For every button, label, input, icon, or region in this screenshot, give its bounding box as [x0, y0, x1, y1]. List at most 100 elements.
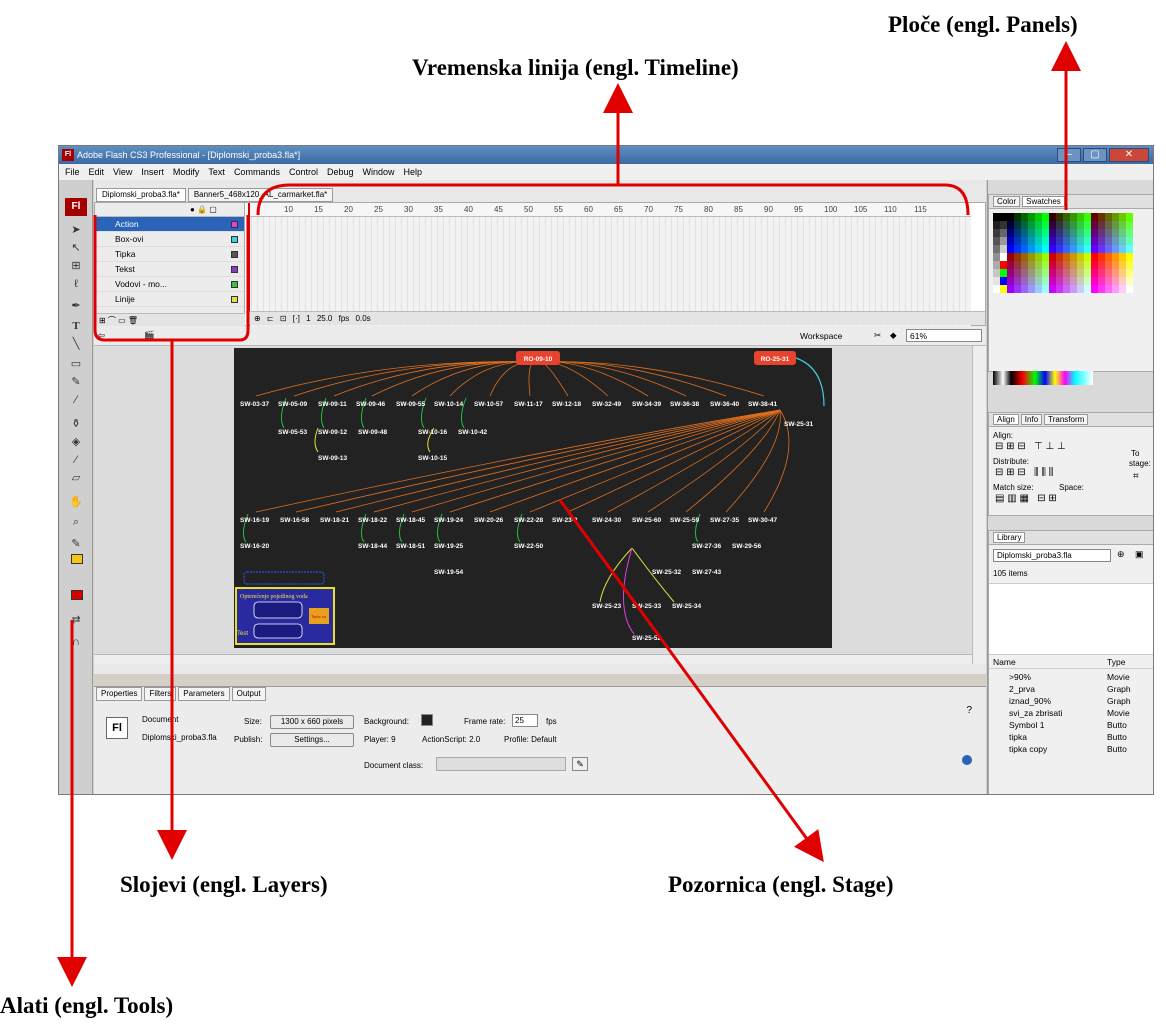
swatch[interactable]	[1028, 269, 1035, 277]
swatch[interactable]	[1049, 253, 1056, 261]
swatch[interactable]	[1028, 261, 1035, 269]
swatch[interactable]	[1126, 261, 1133, 269]
ink-bottle-tool-icon[interactable]: ⚱	[67, 416, 85, 432]
swatch[interactable]	[1035, 269, 1042, 277]
swatch[interactable]	[1084, 237, 1091, 245]
swatch[interactable]	[1084, 277, 1091, 285]
swatch[interactable]	[1063, 261, 1070, 269]
swatch[interactable]	[1056, 261, 1063, 269]
swatch[interactable]	[1126, 221, 1133, 229]
swatch[interactable]	[1070, 245, 1077, 253]
menu-modify[interactable]: Modify	[173, 164, 200, 180]
swatch[interactable]	[1119, 269, 1126, 277]
swatch[interactable]	[1000, 245, 1007, 253]
swatch[interactable]	[1091, 253, 1098, 261]
swatch[interactable]	[1063, 285, 1070, 293]
stage-hscroll[interactable]	[94, 654, 972, 664]
tab-swatches[interactable]: Swatches	[1022, 196, 1065, 207]
swatch[interactable]	[1000, 277, 1007, 285]
swatch[interactable]	[1028, 277, 1035, 285]
zoom-tool-icon[interactable]: ⌕	[67, 514, 85, 530]
swatch[interactable]	[1035, 261, 1042, 269]
swatch[interactable]	[1028, 237, 1035, 245]
swatch[interactable]	[1126, 229, 1133, 237]
library-item[interactable]: svi_za zbrisati Movie	[989, 707, 1153, 719]
swatch[interactable]	[1000, 237, 1007, 245]
swatch[interactable]	[1063, 253, 1070, 261]
swatch[interactable]	[1014, 229, 1021, 237]
swatch[interactable]	[1077, 229, 1084, 237]
swatch[interactable]	[1042, 229, 1049, 237]
edit-symbol-icon[interactable]: ✂	[874, 330, 881, 341]
swatch[interactable]	[1070, 269, 1077, 277]
swatch[interactable]	[993, 277, 1000, 285]
library-item[interactable]: iznad_90% Graph	[989, 695, 1153, 707]
swatch[interactable]	[1070, 221, 1077, 229]
swatch[interactable]	[1105, 269, 1112, 277]
swatch[interactable]	[1014, 237, 1021, 245]
swatch[interactable]	[1112, 221, 1119, 229]
snap-icon[interactable]: ∩	[67, 634, 85, 650]
swatch[interactable]	[1084, 229, 1091, 237]
brush-tool-icon[interactable]: ⁄	[67, 392, 85, 408]
swatch[interactable]	[1056, 245, 1063, 253]
swatch[interactable]	[1084, 213, 1091, 221]
swatch[interactable]	[1014, 269, 1021, 277]
col-name[interactable]: Name	[993, 657, 1016, 667]
edit-class-icon[interactable]: ✎	[572, 757, 588, 771]
swatch[interactable]	[1098, 221, 1105, 229]
zoom-select[interactable]: 61%	[906, 329, 982, 342]
swatch[interactable]	[1126, 245, 1133, 253]
swatch[interactable]	[1042, 237, 1049, 245]
swatch[interactable]	[1084, 269, 1091, 277]
swatch[interactable]	[1056, 277, 1063, 285]
swatch[interactable]	[1035, 229, 1042, 237]
swatch[interactable]	[1028, 285, 1035, 293]
swatch[interactable]	[1091, 237, 1098, 245]
swatch[interactable]	[1063, 213, 1070, 221]
swatch[interactable]	[1105, 253, 1112, 261]
swatch[interactable]	[1021, 245, 1028, 253]
swatch[interactable]	[1007, 229, 1014, 237]
swatch[interactable]	[1028, 213, 1035, 221]
swatch[interactable]	[993, 229, 1000, 237]
swatch[interactable]	[1091, 213, 1098, 221]
swatch[interactable]	[1042, 277, 1049, 285]
library-item[interactable]: 2_prva Graph	[989, 683, 1153, 695]
swatch[interactable]	[1112, 253, 1119, 261]
swatch[interactable]	[1000, 229, 1007, 237]
swatch[interactable]	[1000, 285, 1007, 293]
eraser-tool-icon[interactable]: ▱	[67, 470, 85, 486]
swatch[interactable]	[1119, 253, 1126, 261]
swatch[interactable]	[1021, 221, 1028, 229]
swatch[interactable]	[1000, 253, 1007, 261]
menu-insert[interactable]: Insert	[141, 164, 164, 180]
swatch[interactable]	[1098, 229, 1105, 237]
swatch[interactable]	[1077, 261, 1084, 269]
swatch[interactable]	[1049, 229, 1056, 237]
stage-vscroll[interactable]	[972, 346, 986, 664]
menu-text[interactable]: Text	[208, 164, 225, 180]
swatch[interactable]	[1105, 221, 1112, 229]
menu-commands[interactable]: Commands	[234, 164, 280, 180]
menu-edit[interactable]: Edit	[89, 164, 105, 180]
swatch[interactable]	[1014, 253, 1021, 261]
close-button[interactable]: ✕	[1109, 148, 1149, 162]
swatch[interactable]	[1007, 285, 1014, 293]
swatch[interactable]	[1000, 221, 1007, 229]
swatch[interactable]	[1119, 213, 1126, 221]
swatch[interactable]	[1098, 277, 1105, 285]
swatch[interactable]	[1007, 261, 1014, 269]
swatch[interactable]	[1077, 213, 1084, 221]
swatch[interactable]	[1049, 237, 1056, 245]
library-item[interactable]: Symbol 1 Butto	[989, 719, 1153, 731]
swatch[interactable]	[1105, 229, 1112, 237]
swatch[interactable]	[1077, 237, 1084, 245]
swatch[interactable]	[1098, 253, 1105, 261]
size-button[interactable]: 1300 x 660 pixels	[270, 715, 354, 729]
swatch[interactable]	[1091, 261, 1098, 269]
swatch[interactable]	[1091, 229, 1098, 237]
swatch[interactable]	[1049, 213, 1056, 221]
swatch[interactable]	[1070, 261, 1077, 269]
swatch[interactable]	[1042, 245, 1049, 253]
